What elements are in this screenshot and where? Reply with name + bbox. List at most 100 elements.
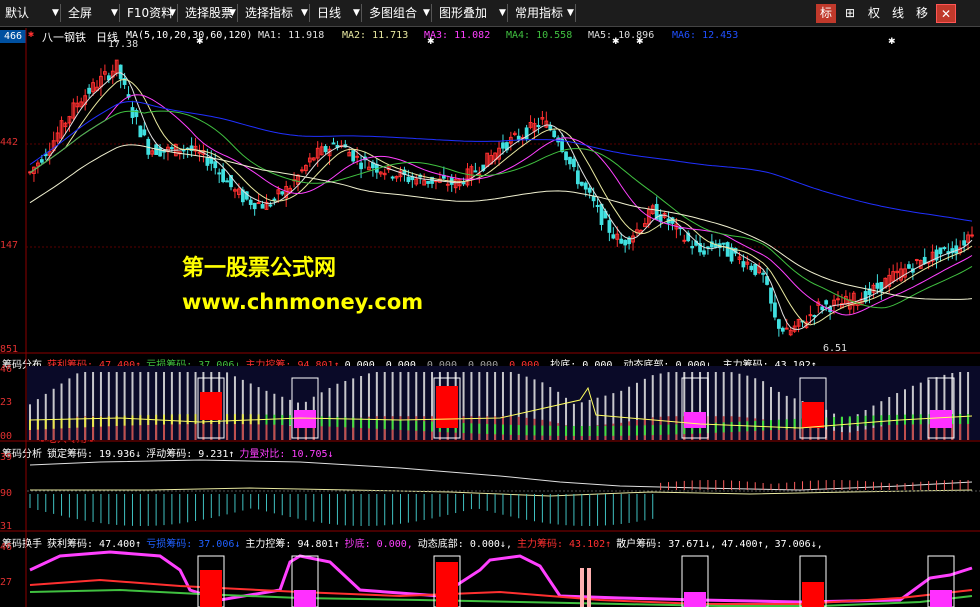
candle-body: [623, 239, 628, 246]
signal-fill: [802, 402, 824, 428]
candle-body: [773, 302, 777, 318]
candle-body: [225, 180, 229, 183]
candle-body: [197, 151, 202, 154]
candle-body: [221, 169, 226, 183]
candle-body: [776, 319, 781, 329]
candle-body: [268, 204, 273, 207]
candle-body: [611, 234, 616, 239]
main-chip-line: [29, 550, 973, 604]
candle-body: [820, 306, 825, 311]
candle-body: [863, 291, 868, 303]
candle-body: [595, 205, 600, 208]
candle-body: [875, 282, 880, 289]
candle-body: [390, 176, 395, 179]
signal-fill: [200, 392, 222, 420]
candle-body: [907, 264, 911, 269]
candle-body: [252, 202, 257, 210]
signal-marker: ✱: [888, 37, 896, 47]
signal-fill: [684, 412, 706, 428]
candle-body: [501, 142, 505, 149]
signal-marker: ✱: [427, 37, 435, 47]
candle-body: [272, 198, 277, 201]
candle-body: [761, 272, 765, 275]
candle-body: [922, 256, 927, 264]
lock-chip-line: [29, 459, 973, 491]
candle-body: [248, 199, 253, 205]
candle-body: [142, 129, 147, 136]
candle-body: [473, 170, 478, 173]
ma2-line: [29, 78, 973, 326]
signal-marker: ✱: [196, 37, 204, 47]
candle-body: [552, 130, 557, 138]
candle-body: [461, 182, 466, 185]
candle-body: [824, 300, 829, 305]
candle-body: [516, 135, 521, 140]
candle-body: [808, 314, 813, 317]
candle-body: [579, 181, 584, 186]
candle-body: [564, 151, 568, 161]
candle-body: [591, 195, 596, 202]
candle-body: [256, 202, 261, 205]
signal-fill: [684, 592, 706, 607]
candle-body: [962, 240, 966, 246]
candle-body: [300, 169, 304, 172]
signal-fill: [436, 562, 458, 607]
candle-body: [426, 180, 430, 184]
candle-body: [87, 87, 91, 94]
kline-chart[interactable]: ✱ ✱ ✱ ✱ ✱: [0, 0, 980, 607]
candle-body: [784, 327, 789, 330]
candle-body: [351, 150, 356, 162]
candle-body: [39, 159, 44, 163]
signal-fill: [294, 590, 316, 607]
candle-body: [725, 242, 730, 257]
candle-body: [721, 242, 726, 245]
candle-body: [769, 287, 773, 304]
candle-body: [619, 238, 624, 244]
ma6-line: [29, 101, 973, 222]
candle-body: [942, 247, 947, 250]
candle-body: [812, 315, 817, 318]
candle-body: [599, 203, 604, 225]
candle-body: [753, 264, 758, 275]
candle-body: [568, 156, 572, 165]
signal-fill: [200, 570, 222, 607]
signal-marker: ✱: [636, 37, 644, 47]
candle-body: [587, 187, 592, 193]
candle-body: [445, 183, 450, 186]
candle-body: [170, 146, 174, 149]
candle-body: [536, 125, 541, 128]
candle-body: [323, 146, 328, 153]
candle-body: [260, 204, 265, 209]
candle-body: [138, 125, 143, 138]
candle-body: [213, 161, 218, 169]
signal-fill: [930, 590, 952, 607]
signal-fill: [930, 410, 952, 428]
candle-body: [118, 64, 123, 80]
candle-body: [938, 247, 943, 255]
candle-body: [158, 147, 162, 157]
candle-body: [970, 234, 974, 237]
ma5-line: [29, 144, 973, 300]
candle-body: [130, 107, 135, 118]
candle-body: [702, 250, 706, 255]
candle-body: [741, 261, 746, 268]
candle-body: [205, 157, 210, 166]
signal-fill: [436, 386, 458, 428]
candle-body: [217, 172, 222, 175]
candle-body: [607, 220, 612, 233]
candle-body: [780, 327, 785, 332]
candle-body: [836, 298, 840, 301]
signal-marker: ✱: [612, 37, 620, 47]
candle-body: [690, 245, 695, 249]
spike-bar: [587, 568, 591, 607]
candle-body: [954, 245, 959, 254]
candle-body: [682, 239, 687, 242]
spike-bar: [580, 568, 584, 607]
signal-fill: [294, 410, 316, 428]
candle-body: [331, 142, 336, 145]
signal-fill: [802, 582, 824, 607]
candle-body: [355, 155, 360, 158]
candle-body: [575, 170, 580, 185]
candle-body: [572, 158, 576, 168]
candle-body: [280, 191, 285, 195]
